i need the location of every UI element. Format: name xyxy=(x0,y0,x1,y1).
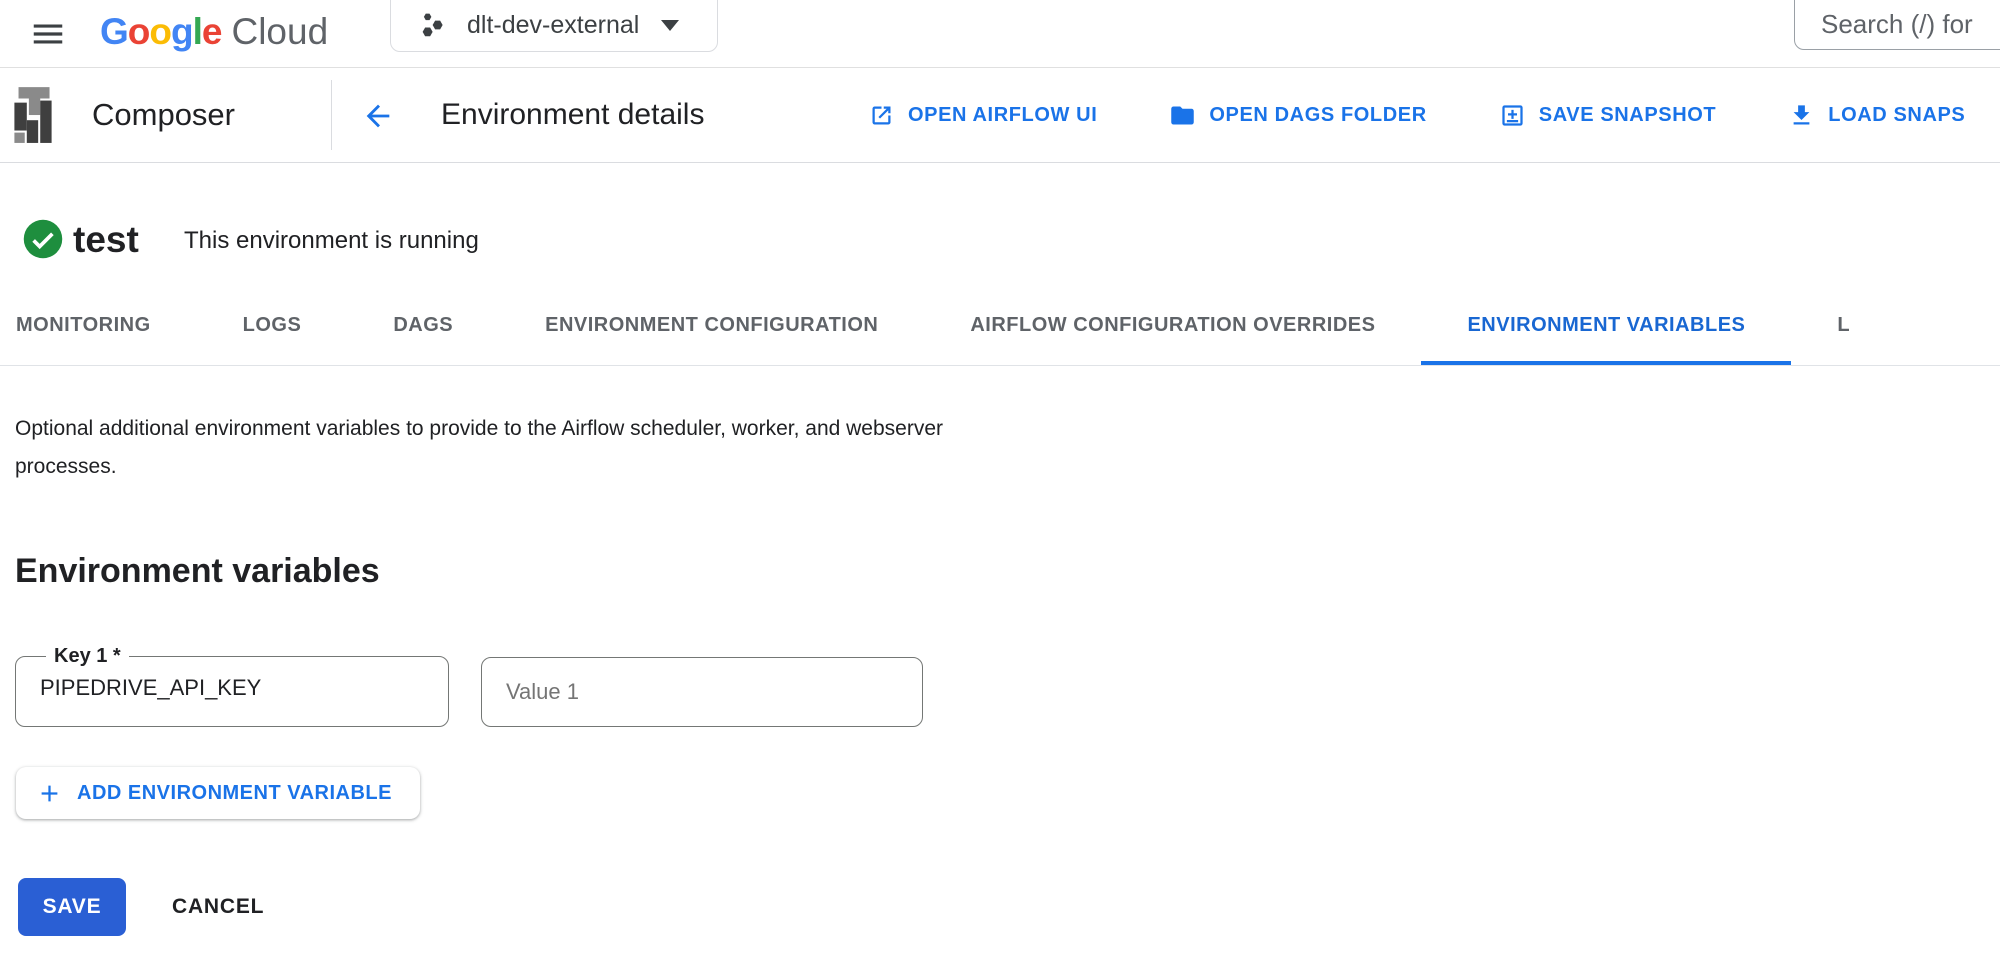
action-label: OPEN AIRFLOW UI xyxy=(908,104,1097,127)
status-running-icon xyxy=(22,218,64,260)
tab-monitoring[interactable]: MONITORING xyxy=(0,290,197,365)
form-buttons: SAVE CANCEL xyxy=(18,878,264,936)
add-environment-variable-button[interactable]: ADD ENVIRONMENT VARIABLE xyxy=(16,767,420,819)
environment-variables-panel: Optional additional environment variable… xyxy=(0,366,2000,979)
project-selector[interactable]: dlt-dev-external xyxy=(390,0,718,52)
back-button[interactable] xyxy=(356,94,400,138)
action-label: SAVE SNAPSHOT xyxy=(1539,104,1716,127)
environment-status-message: This environment is running xyxy=(184,227,479,255)
environment-status-row: test This environment is running xyxy=(0,163,2000,290)
search-box xyxy=(1794,0,2000,50)
google-cloud-logo: Google Cloud xyxy=(100,0,328,64)
environment-name: test xyxy=(73,219,139,261)
tab-environment-variables[interactable]: ENVIRONMENT VARIABLES xyxy=(1421,290,1791,365)
tab-environment-configuration[interactable]: ENVIRONMENT CONFIGURATION xyxy=(499,290,924,365)
project-name: dlt-dev-external xyxy=(467,11,639,40)
google-wordmark: Google xyxy=(100,11,221,53)
external-link-icon xyxy=(868,102,895,129)
value-input[interactable] xyxy=(481,657,923,727)
add-button-label: ADD ENVIRONMENT VARIABLE xyxy=(77,782,392,805)
tab-logs[interactable]: LOGS xyxy=(197,290,348,365)
action-label: LOAD SNAPS xyxy=(1828,104,1965,127)
key-field-label: Key 1 * xyxy=(46,645,129,668)
save-button[interactable]: SAVE xyxy=(18,878,126,936)
header-divider xyxy=(331,80,332,150)
plus-icon xyxy=(36,780,63,807)
menu-icon[interactable] xyxy=(26,12,70,56)
save-snapshot-button[interactable]: SAVE SNAPSHOT xyxy=(1499,102,1716,129)
search-input[interactable] xyxy=(1821,9,2000,40)
project-hexagons-icon xyxy=(417,10,447,40)
top-bar: Google Cloud dlt-dev-external xyxy=(0,0,2000,68)
cancel-button[interactable]: CANCEL xyxy=(172,895,264,919)
tab-labels[interactable]: L xyxy=(1791,290,1896,365)
tab-airflow-configuration-overrides[interactable]: AIRFLOW CONFIGURATION OVERRIDES xyxy=(924,290,1421,365)
folder-icon xyxy=(1169,102,1196,129)
section-title: Environment variables xyxy=(15,552,380,591)
page-title: Environment details xyxy=(441,98,704,132)
composer-logo-icon xyxy=(8,83,58,145)
open-airflow-ui-button[interactable]: OPEN AIRFLOW UI xyxy=(868,102,1097,129)
chevron-down-icon xyxy=(661,20,679,31)
app-header: Composer Environment details OPEN AIRFLO… xyxy=(0,68,2000,163)
download-icon xyxy=(1788,102,1815,129)
open-dags-folder-button[interactable]: OPEN DAGS FOLDER xyxy=(1169,102,1426,129)
product-name: Composer xyxy=(92,97,235,133)
tab-bar: MONITORING LOGS DAGS ENVIRONMENT CONFIGU… xyxy=(0,290,2000,366)
header-actions: OPEN AIRFLOW UI OPEN DAGS FOLDER SAVE SN… xyxy=(868,68,1965,163)
tab-dags[interactable]: DAGS xyxy=(347,290,499,365)
save-snapshot-icon xyxy=(1499,102,1526,129)
action-label: OPEN DAGS FOLDER xyxy=(1209,104,1426,127)
key-input[interactable] xyxy=(32,668,412,708)
cloud-wordmark: Cloud xyxy=(231,11,328,53)
key-field: Key 1 * xyxy=(15,645,449,727)
load-snapshot-button[interactable]: LOAD SNAPS xyxy=(1788,102,1965,129)
panel-description: Optional additional environment variable… xyxy=(15,410,1045,486)
